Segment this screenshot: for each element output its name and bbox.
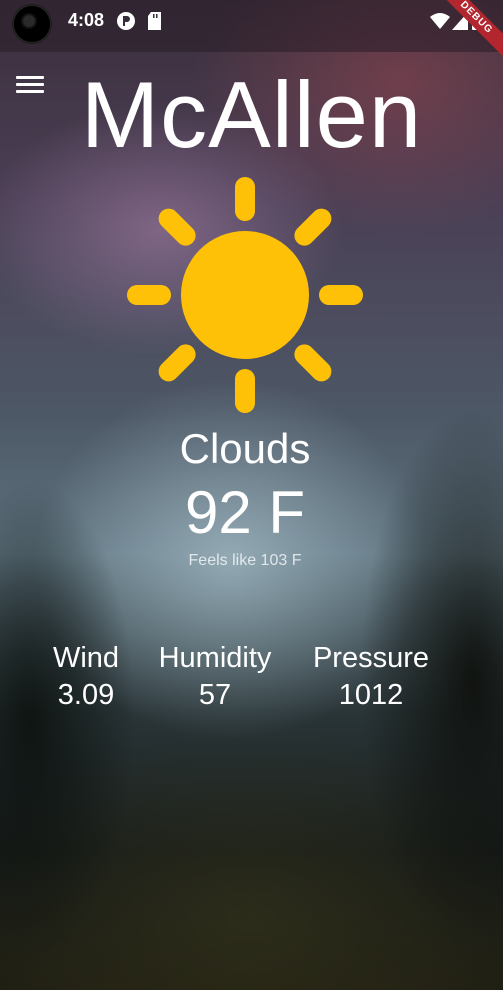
stat-value: 1012	[338, 679, 404, 711]
stat-pressure: Pressure 1012	[300, 640, 442, 714]
status-bar: 4:08	[0, 0, 503, 52]
wifi-icon	[430, 13, 450, 34]
sd-card-icon	[147, 11, 163, 36]
stat-label: Wind	[52, 642, 120, 674]
weather-condition: Clouds	[179, 425, 311, 472]
stat-label: Humidity	[158, 642, 272, 674]
stat-wind: Wind 3.09	[36, 640, 136, 714]
temperature: 92 F	[184, 479, 306, 546]
stat-value: 57	[198, 679, 232, 711]
feels-like: Feels like 103 F	[188, 552, 302, 569]
status-time: 4:08	[68, 10, 105, 30]
camera-cutout	[12, 4, 52, 44]
sun-icon	[127, 177, 363, 413]
stat-value: 3.09	[57, 679, 115, 711]
stat-humidity: Humidity 57	[145, 640, 285, 714]
city-name: McAllen	[80, 62, 423, 167]
p-notification-icon	[116, 11, 136, 36]
stat-label: Pressure	[312, 642, 430, 674]
